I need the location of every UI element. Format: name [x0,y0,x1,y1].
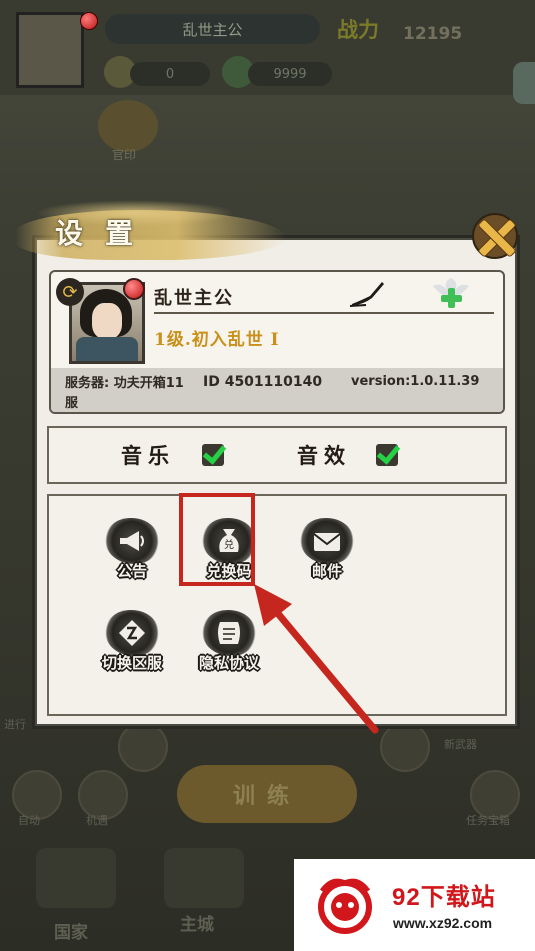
side-reward-button[interactable] [513,62,535,104]
envelope-icon [313,533,341,551]
notification-dot [123,278,145,300]
nav-country[interactable]: 国家 [54,918,88,943]
edit-name-brush-icon[interactable] [348,278,388,310]
seal-label: 官印 [112,148,137,162]
power-label: 战力 [337,17,379,42]
profile-level: 1级.初入乱世 I [154,330,280,350]
site-watermark: 92下载站 www.xz92.com [294,859,535,951]
profile-name: 乱世主公 [154,288,234,309]
announcement-button[interactable]: 公告 [97,518,167,598]
sound-panel: 音乐 音效 [47,426,507,484]
resource-coin: 0 [130,62,210,86]
announcement-label: 公告 [116,562,147,580]
dialog-header: 设置 [15,198,285,264]
switch-server-icon [119,620,145,646]
switch-server-label: 切换区服 [101,654,162,672]
name-underline [154,312,494,314]
highlight-box [179,493,255,586]
switch-server-button[interactable]: 切换区服 [97,610,167,690]
site-url: www.xz92.com [393,915,493,931]
chance-label: 机遇 [86,814,108,827]
swap-avatar-icon[interactable]: ⟳ [56,278,84,306]
bg-round-button[interactable] [118,722,168,772]
version-info: version:1.0.11.39 [351,374,480,389]
add-friend-icon[interactable] [431,276,471,310]
player-name-plate: 乱世主公 [105,14,320,44]
nav-country-icon[interactable] [36,848,116,908]
close-button[interactable] [470,211,520,261]
quest-progress-label: 进行 [4,718,26,731]
sfx-checkbox[interactable] [376,444,398,466]
nav-city-icon[interactable] [164,848,244,908]
player-avatar[interactable] [16,12,84,88]
train-button[interactable]: 训练 [177,765,357,823]
site-logo-icon [318,878,372,934]
mail-label: 邮件 [311,562,342,580]
new-weapon-label: 新武器 [444,738,477,751]
pointer-arrow [254,584,379,734]
sfx-label: 音效 [297,443,351,468]
profile-card: ⟳ 乱世主公 1级.初入乱世 I 服务器: 功夫开箱11服 ID 4501110… [49,270,505,414]
resource-jade: 9999 [248,62,332,86]
seal-icon[interactable] [98,100,158,152]
site-title: 92下载站 [392,884,496,911]
auto-label: 自动 [18,814,40,827]
music-checkbox[interactable] [202,444,224,466]
dialog-title: 设置 [55,217,156,250]
megaphone-icon [120,531,144,551]
power-value: 12195 [403,24,463,44]
player-id: ID 4501110140 [203,374,323,390]
notification-dot [80,12,98,30]
server-info: 服务器: 功夫开箱11服 [65,376,184,411]
music-label: 音乐 [121,443,175,468]
task-chest-label: 任务宝箱 [466,814,510,827]
nav-city[interactable]: 主城 [180,910,214,935]
